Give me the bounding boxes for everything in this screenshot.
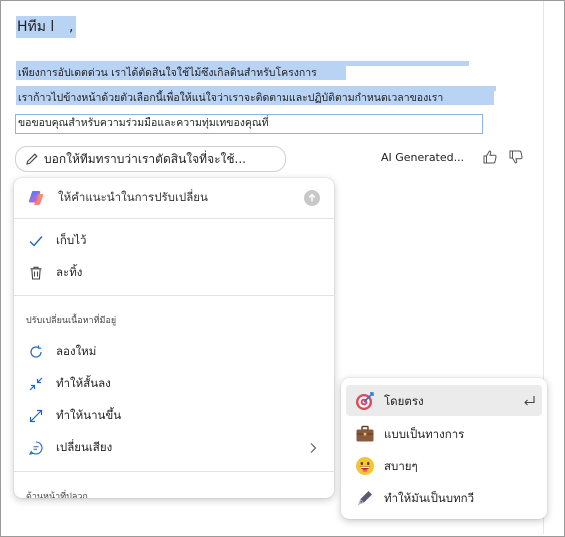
keep-label: เก็บไว้ [56,233,87,247]
prompt-pill-label: บอกให้ทีมทราบว่าเราตัดสินใจที่จะใช้... [44,151,246,166]
greeting-name: Hทีม l [17,19,55,35]
grinning-face-icon [356,457,374,475]
document-line-1: เพียงการอัปเดตด่วน เราได้ตัดสินใจใช้ไม้ซ… [18,67,317,79]
fountain-pen-icon [358,491,372,505]
tone-option-direct[interactable]: โดยตรง [346,385,542,416]
tone-option-poetic[interactable]: ทำให้มันเป็นบทกวี [346,482,542,513]
change-tone-menu-item[interactable]: เปลี่ยนเสียง [14,433,334,463]
copilot-refine-menu: ให้คำแนะนำในการปรับเปลี่ยน เก็บไว้ ละทิ้… [14,178,334,498]
retry-label: ลองใหม่ [56,344,97,358]
section-heading-adjust: ปรับเปลี่ยนเนื้อหาที่มีอยู่ [26,316,117,326]
retry-menu-item[interactable]: ลองใหม่ [14,337,334,367]
tone-direct-label: โดยตรง [384,394,424,408]
section-heading-bottom: ด้านหน้าที่ปลวก [26,492,88,498]
discard-menu-item[interactable]: ละทิ้ง [14,258,334,288]
greeting-comma: , [69,19,74,35]
document-line-2: เราก้าวไปข้างหน้าด้วยตัวเลือกนี้เพื่อให้… [18,92,444,104]
chevron-right-icon [310,443,317,453]
expand-arrows-icon [26,406,46,426]
copilot-icon [26,188,46,208]
tone-formal-label: แบบเป็นทางการ [384,427,465,441]
thumbs-up-icon[interactable] [482,149,498,165]
document-line-3: ขอขอบคุณสำหรับความร่วมมือและความทุ่มเทขอ… [18,117,269,129]
speech-bubble-icon [26,438,46,458]
shrink-arrows-icon [26,374,46,394]
pencil-icon [26,153,38,165]
send-arrow-icon[interactable] [304,190,320,206]
retry-icon [26,342,46,362]
refine-instructions-input[interactable]: ให้คำแนะนำในการปรับเปลี่ยน [14,183,334,213]
discard-label: ละทิ้ง [56,265,83,279]
lengthen-menu-item[interactable]: ทำให้นานขึ้น [14,401,334,431]
enter-key-icon [524,396,535,406]
thumbs-down-icon[interactable] [508,149,524,165]
prompt-pill-button[interactable]: บอกให้ทีมทราบว่าเราตัดสินใจที่จะใช้... [15,146,286,172]
tone-poetic-label: ทำให้มันเป็นบทกวี [384,491,475,505]
tone-casual-label: สบายๆ [384,459,418,473]
keep-menu-item[interactable]: เก็บไว้ [14,226,334,256]
greeting-highlight: Hทีม l [16,16,76,38]
briefcase-icon [356,425,374,442]
tone-option-casual[interactable]: สบายๆ [346,450,542,481]
checkmark-icon [26,231,46,251]
lengthen-label: ทำให้นานขึ้น [56,408,122,422]
change-tone-label: เปลี่ยนเสียง [56,440,113,454]
shorten-menu-item[interactable]: ทำให้สั้นลง [14,369,334,399]
shorten-label: ทำให้สั้นลง [56,376,111,390]
target-icon [356,392,374,410]
menu-divider [14,295,334,296]
tone-option-formal[interactable]: แบบเป็นทางการ [346,418,542,449]
menu-divider [14,218,334,219]
refine-input-placeholder: ให้คำแนะนำในการปรับเปลี่ยน [58,190,208,204]
trash-icon [26,263,46,283]
menu-divider [14,471,334,472]
ai-generated-label[interactable]: AI Generated... [381,151,464,164]
tone-submenu: โดยตรง แบบเป็นทางการ สบายๆ ทำให้มันเป็นบ… [341,378,547,519]
